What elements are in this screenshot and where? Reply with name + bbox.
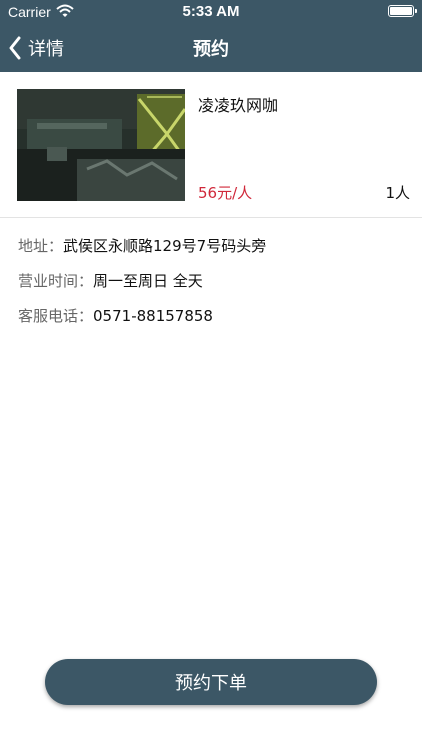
battery-icon <box>388 5 417 17</box>
hours-value: 周一至周日 全天 <box>93 272 203 290</box>
status-time: 5:33 AM <box>182 3 240 20</box>
store-photo-image <box>17 89 185 201</box>
book-order-button[interactable]: 预约下单 <box>45 659 377 705</box>
store-card: 凌凌玖网咖 56元/人 1人 <box>0 72 422 218</box>
status-bar: Carrier 5:33 AM <box>0 0 422 24</box>
store-price: 56元/人 <box>198 184 253 202</box>
phone-label: 客服电话： <box>18 307 94 325</box>
navigation-bar: 详情 预约 <box>0 24 422 72</box>
address-value: 武侯区永顺路129号7号码头旁 <box>63 237 267 255</box>
phone-row: 客服电话：0571-88157858 <box>18 305 213 326</box>
store-name: 凌凌玖网咖 <box>198 96 279 115</box>
app-header: Carrier 5:33 AM 详情 预约 <box>0 0 422 72</box>
people-count: 1人 <box>385 184 410 202</box>
store-photo <box>17 89 185 201</box>
phone-value: 0571-88157858 <box>93 307 213 325</box>
address-label: 地址： <box>18 237 64 255</box>
hours-row: 营业时间：周一至周日 全天 <box>18 270 203 291</box>
hours-label: 营业时间： <box>18 272 94 290</box>
page-title: 预约 <box>193 39 229 60</box>
address-row: 地址：武侯区永顺路129号7号码头旁 <box>18 235 266 256</box>
